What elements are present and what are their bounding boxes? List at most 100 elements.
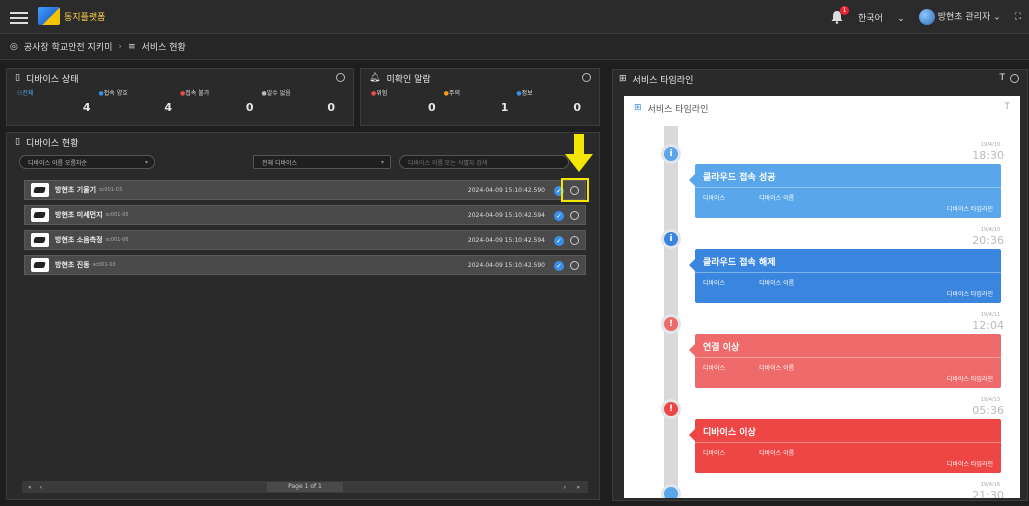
device-timeline-link[interactable]: 디바이스 타임라인 xyxy=(947,289,993,298)
chevron-down-icon: ⌄ xyxy=(897,13,905,24)
refresh-icon[interactable] xyxy=(336,73,345,82)
event-label: 디바이스 xyxy=(703,195,726,202)
last-page-button[interactable]: » xyxy=(576,484,580,491)
event-time: 18:30 xyxy=(972,149,1004,162)
chevron-down-icon: ⌄ xyxy=(993,12,1001,23)
stat-value-total: 4 xyxy=(82,101,91,114)
logo-mark xyxy=(38,7,60,25)
device-type-select: 전체 디바이스 ▾ xyxy=(253,155,391,169)
refresh-icon[interactable] xyxy=(570,236,579,245)
check-icon: ✓ xyxy=(554,261,564,271)
search-placeholder: 디바이스 이름 또는 식별자 검색 xyxy=(408,160,488,167)
panel-title: 미확인 알람 xyxy=(386,74,431,85)
refresh-icon[interactable] xyxy=(582,73,591,82)
bell-icon[interactable]: 1 xyxy=(830,6,850,24)
filter-icon[interactable]: T xyxy=(1000,73,1006,83)
check-icon: ✓ xyxy=(554,211,564,221)
refresh-icon[interactable] xyxy=(1010,74,1019,83)
breadcrumb-item-service: 서비스 현황 xyxy=(141,43,186,53)
device-time: 2024-04-09 15:10:42.590 xyxy=(467,261,545,269)
device-icon: ▯ xyxy=(15,137,20,147)
prev-page-button[interactable]: ‹ xyxy=(40,484,42,491)
event-title: 연결 이상 xyxy=(703,343,740,353)
user-menu[interactable]: 방현초 관리자 ⌄ xyxy=(918,9,1001,25)
bell-outline-icon: 🔔︎ xyxy=(369,73,381,83)
logo-text: 동지플랫폼 xyxy=(64,12,106,23)
check-icon: ✓ xyxy=(554,236,564,246)
user-name: 방현초 관리자 xyxy=(937,12,991,23)
device-row[interactable]: 방현초 소음측정 sc001-06 2024-04-09 15:10:42.59… xyxy=(24,230,586,250)
timeline-icon: ⊞ xyxy=(634,103,642,113)
alert-icon: ! xyxy=(661,399,681,419)
language-select[interactable]: 한국어 ⌄ xyxy=(858,11,905,24)
event-label: 디바이스 xyxy=(703,365,726,372)
event-date: 19/4/11 xyxy=(980,312,1000,318)
refresh-icon[interactable] xyxy=(570,211,579,220)
top-bar: 동지플랫폼 1 한국어 ⌄ 방현초 관리자 ⌄ ⛶ xyxy=(0,0,1029,34)
device-id: sc001-06 xyxy=(105,237,129,243)
next-page-button[interactable]: › xyxy=(564,484,566,491)
event-card[interactable]: 클라우드 접속 성공 디바이스 디바이스 이름 디바이스 타임라인 xyxy=(689,164,1001,218)
filter-icon[interactable]: T xyxy=(1005,102,1011,112)
stat-label-unknown: ●알수 없음 xyxy=(261,90,291,97)
event-card[interactable]: 디바이스 이상 디바이스 디바이스 이름 디바이스 타임라인 xyxy=(689,419,1001,473)
timeline-inner-title: 서비스 타임라인 xyxy=(647,104,709,115)
event-value: 디바이스 이름 xyxy=(759,195,795,202)
location-icon: ◎ xyxy=(10,41,18,52)
breadcrumb-item-site[interactable]: 공사장 학교안전 지키미 xyxy=(24,40,113,53)
sort-select-value: 디바이스 이름 오름차순 xyxy=(28,160,88,167)
alarm-label-info: ●정보 xyxy=(516,90,533,97)
language-label: 한국어 xyxy=(858,13,883,24)
event-value: 디바이스 이름 xyxy=(759,365,795,372)
event-title: 클라우드 접속 해제 xyxy=(703,258,776,268)
menu-icon[interactable] xyxy=(10,9,28,25)
chevron-down-icon: ▾ xyxy=(144,159,148,166)
chevron-down-icon: ▾ xyxy=(380,159,384,166)
stat-label-good: ●접속 양호 xyxy=(98,90,128,97)
alarm-value-danger: 0 xyxy=(428,101,436,114)
alert-icon: ! xyxy=(661,314,681,334)
device-name: 방현초 진동 xyxy=(55,261,90,269)
search-input[interactable]: 디바이스 이름 또는 식별자 검색 xyxy=(399,155,569,169)
device-row[interactable]: 방현초 진동 sc001-03 2024-04-09 15:10:42.590 … xyxy=(24,255,586,275)
event-date: 19/4/13 xyxy=(980,397,1000,403)
device-row[interactable]: 방현초 기울기 sc001-03 2024-04-09 15:10:42.590… xyxy=(24,180,586,200)
event-label: 디바이스 xyxy=(703,280,726,287)
breadcrumb: ◎ 공사장 학교안전 지키미 › ≡ 서비스 현황 xyxy=(0,34,1029,60)
event-card[interactable]: 연결 이상 디바이스 디바이스 이름 디바이스 타임라인 xyxy=(689,334,1001,388)
fullscreen-icon[interactable]: ⛶ xyxy=(1015,12,1021,22)
info-icon: i xyxy=(661,229,681,249)
info-icon: i xyxy=(661,144,681,164)
device-thumbnail xyxy=(31,233,49,247)
refresh-icon[interactable] xyxy=(570,261,579,270)
event-card[interactable]: 클라우드 접속 해제 디바이스 디바이스 이름 디바이스 타임라인 xyxy=(689,249,1001,303)
first-page-button[interactable]: « xyxy=(28,484,32,491)
device-id: sc001-03 xyxy=(99,187,123,193)
alarm-value-warn: 1 xyxy=(500,101,509,114)
device-row[interactable]: 방현초 미세먼지 sc001-05 2024-04-09 15:10:42.59… xyxy=(24,205,586,225)
device-type-value[interactable]: 전체 디바이스 xyxy=(262,160,297,167)
device-id: sc001-05 xyxy=(105,212,129,218)
device-timeline-link[interactable]: 디바이스 타임라인 xyxy=(947,204,993,213)
stat-value-unknown: 0 xyxy=(327,101,335,114)
arrow-down-icon xyxy=(565,134,593,172)
panel-title: 서비스 타임라인 xyxy=(632,75,694,86)
sort-select[interactable]: 디바이스 이름 오름차순 ▾ xyxy=(19,155,155,169)
event-time: 05:36 xyxy=(972,404,1004,417)
device-thumbnail xyxy=(31,208,49,222)
device-thumbnail xyxy=(31,183,49,197)
stat-label-total: ⚇전체 xyxy=(17,90,34,97)
device-name: 방현초 미세먼지 xyxy=(55,211,103,219)
device-timeline-link[interactable]: 디바이스 타임라인 xyxy=(947,459,993,468)
pagination: « ‹ Page 1 of 1 › » xyxy=(22,481,588,493)
device-timeline-link[interactable]: 디바이스 타임라인 xyxy=(947,374,993,383)
logo[interactable]: 동지플랫폼 xyxy=(38,6,105,26)
device-time: 2024-04-09 15:10:42.594 xyxy=(467,236,545,244)
device-time: 2024-04-09 15:10:42.590 xyxy=(467,186,545,194)
breadcrumb-separator: › xyxy=(118,41,122,52)
event-time: 21:30 xyxy=(972,489,1004,498)
event-title: 클라우드 접속 성공 xyxy=(703,173,776,183)
event-label: 디바이스 xyxy=(703,450,726,457)
event-date: 19/4/16 xyxy=(980,482,1000,488)
device-status-panel: ▯ 디바이스 상태 ⚇전체 ●접속 양호 ●접속 불가 ●알수 없음 4 4 0… xyxy=(6,68,354,126)
